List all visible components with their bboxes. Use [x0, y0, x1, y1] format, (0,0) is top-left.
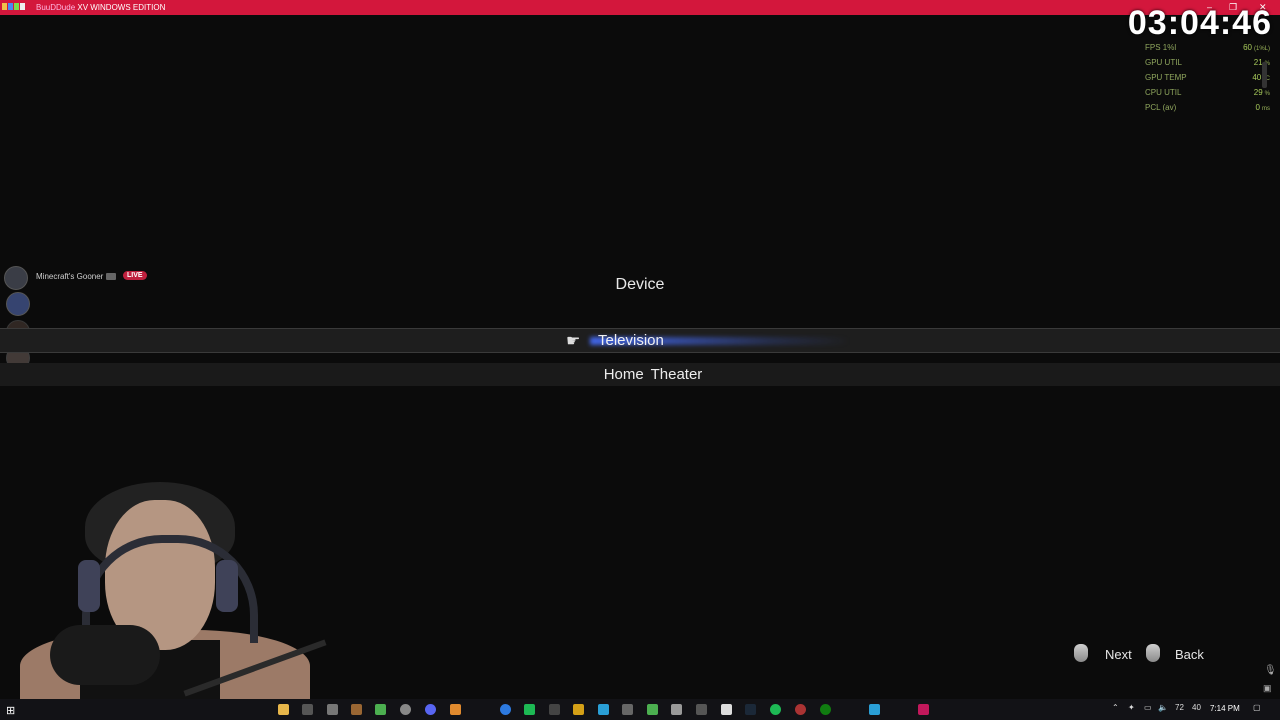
app-icons [2, 3, 25, 10]
headset-ear [78, 560, 100, 612]
microphone [50, 625, 160, 685]
perf-row: CPU UTIL 29% [1145, 85, 1270, 100]
window-titlebar: BuuDDude XV WINDOWS EDITION – ❐ ✕ [0, 0, 1280, 15]
hand-pointer-icon: ☛ [566, 333, 581, 350]
perf-value: 0 ms [1256, 100, 1270, 115]
app-icon[interactable] [327, 704, 338, 715]
tray-temp: 72 [1175, 703, 1184, 712]
app-icon[interactable] [622, 704, 633, 715]
app-icon[interactable] [598, 704, 609, 715]
stream-timer: 03:04:46 [1127, 4, 1272, 42]
webcam-overlay [20, 480, 327, 720]
perf-row: GPU TEMP40°C [1145, 70, 1270, 85]
option-label: Home Theater [603, 366, 703, 383]
perf-number: 60 [1243, 43, 1252, 52]
active-app-icon[interactable] [918, 704, 929, 715]
perf-label: PCL (av) [1145, 103, 1177, 112]
window-title-text: XV WINDOWS EDITION [75, 3, 166, 12]
next-prompt[interactable]: Next [1105, 647, 1132, 662]
xbox-icon[interactable] [820, 704, 831, 715]
perf-number: 0 [1255, 103, 1260, 112]
microphone-icon[interactable]: 🎙 [1264, 665, 1277, 676]
app-icon[interactable] [302, 704, 313, 715]
notifications-icon[interactable]: ▢ [1253, 703, 1261, 712]
taskbar: ⊞ ⌃ ✦ ▭ 🔈 72 40 7:14 PM ▢ [0, 699, 1280, 720]
performance-overlay: FPS 1%l60(1%L) GPU UTIL21% GPU TEMP40°C … [1145, 40, 1270, 115]
perf-scrollbar[interactable] [1262, 62, 1267, 88]
perf-value: 60 (1%L) [1243, 40, 1270, 55]
perf-label: GPU TEMP [1145, 73, 1187, 82]
perf-unit: ms [1262, 106, 1270, 112]
spotify-icon[interactable] [770, 704, 781, 715]
discord-icon[interactable] [425, 704, 436, 715]
notification-icon[interactable]: ▣ [1263, 683, 1272, 694]
file-explorer-icon[interactable] [278, 704, 289, 715]
option-home-theater[interactable]: Home Theater [0, 363, 1280, 386]
app-icon[interactable] [400, 704, 411, 715]
network-icon[interactable]: ▭ [1144, 703, 1152, 712]
perf-row: GPU UTIL 21% [1145, 55, 1270, 70]
minecraft-icon[interactable] [647, 704, 658, 715]
window-title: BuuDDude XV WINDOWS EDITION [36, 2, 165, 13]
tray-chevron-icon[interactable]: ⌃ [1112, 703, 1119, 712]
system-clock[interactable]: 7:14 PM [1210, 704, 1240, 713]
app-icon[interactable] [375, 704, 386, 715]
perf-label: FPS 1%l [1145, 43, 1177, 52]
app-icon[interactable] [524, 704, 535, 715]
back-prompt[interactable]: Back [1175, 647, 1204, 662]
app-icon [2, 3, 7, 10]
app-icon[interactable] [450, 704, 461, 715]
app-icon[interactable] [795, 704, 806, 715]
steam-icon[interactable] [745, 704, 756, 715]
perf-number: 29 [1253, 88, 1263, 97]
option-label: Television [598, 332, 664, 349]
mouse-left-icon [1074, 644, 1088, 662]
perf-row: FPS 1%l 60 (1%L) [1145, 40, 1270, 55]
perf-row: PCL (av) 0 ms [1145, 100, 1270, 115]
app-icon[interactable] [671, 704, 682, 715]
app-icon [20, 3, 25, 10]
app-icon[interactable] [351, 704, 362, 715]
perf-label: GPU UTIL [1145, 58, 1182, 67]
avatar [6, 292, 30, 316]
headset-ear [216, 560, 238, 612]
perf-number: 40 [1252, 73, 1262, 82]
option-television[interactable]: ☛ Television [0, 328, 1280, 353]
app-icon[interactable] [869, 704, 880, 715]
tray-temp-2: 40 [1192, 703, 1201, 712]
perf-unit: % [1264, 91, 1270, 97]
volume-icon[interactable]: 🔈 [1158, 703, 1168, 712]
app-icon[interactable] [500, 704, 511, 715]
app-icon[interactable] [696, 704, 707, 715]
app-icon [14, 3, 19, 10]
perf-label: CPU UTIL [1145, 88, 1182, 97]
app-icon [8, 3, 13, 10]
notepad-icon[interactable] [721, 704, 732, 715]
perf-unit: (1%L) [1253, 46, 1270, 52]
mouse-right-icon [1146, 644, 1160, 662]
app-icon[interactable] [549, 704, 560, 715]
windows-start-icon[interactable]: ⊞ [6, 704, 15, 717]
app-icon[interactable] [573, 704, 584, 715]
window-title-brand: BuuDDude [36, 3, 76, 12]
tray-app-icon[interactable]: ✦ [1128, 703, 1135, 712]
menu-heading: Device [615, 276, 665, 293]
